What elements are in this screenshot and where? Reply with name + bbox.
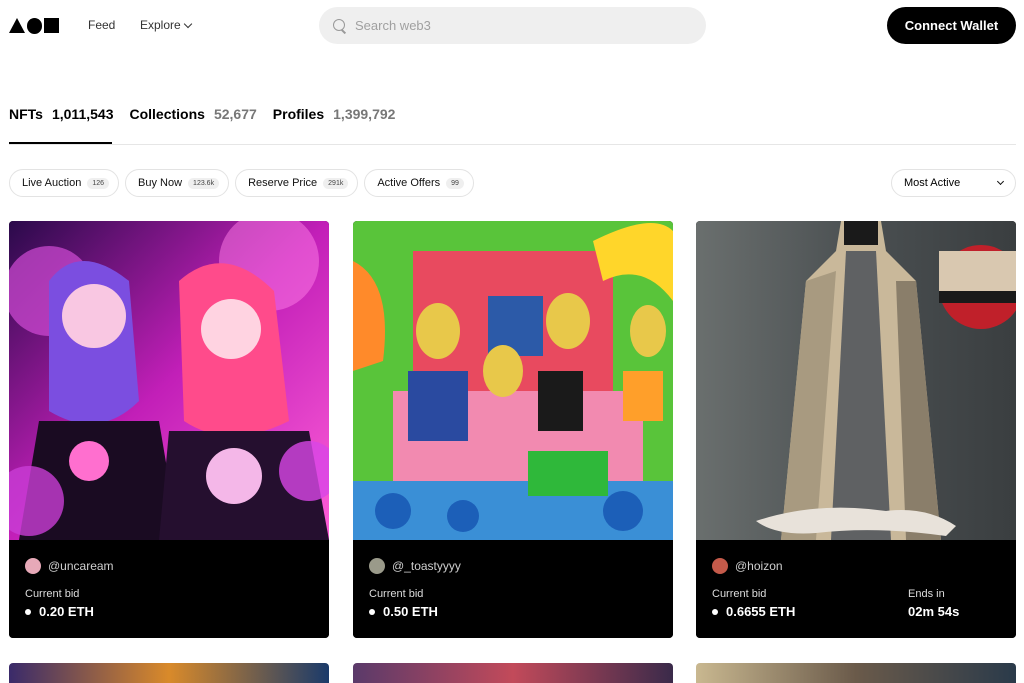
nav-explore-label: Explore [140,18,181,32]
nft-artwork-image[interactable] [9,221,329,540]
filter-live-auction[interactable]: Live Auction 126 [9,169,120,197]
nft-card[interactable]: @_toastyyyy Current bid 0.50 ETH [353,221,673,638]
logo-square [44,18,59,33]
filter-count-badge: 291k [323,177,349,189]
current-bid-label: Current bid [712,588,767,600]
results-tabs: NFTs 1,011,543 Collections 52,677 Profil… [9,106,411,122]
live-dot-icon [369,608,375,615]
avatar [25,558,41,574]
filter-active-offers[interactable]: Active Offers 99 [364,169,474,197]
nft-card-info: @_toastyyyy Current bid 0.50 ETH [353,540,673,638]
sort-selected-value: Most Active [904,177,961,189]
filter-reserve-price[interactable]: Reserve Price 291k [235,169,359,197]
current-bid-value: 0.6655 ETH [712,604,795,619]
avatar [369,558,385,574]
bid-amount: 0.6655 ETH [726,604,796,619]
creator-handle: @hoizon [735,559,783,573]
tab-collections[interactable]: Collections [129,106,204,122]
logo-circle [27,17,43,34]
bid-amount: 0.50 ETH [383,604,438,619]
filter-buy-now[interactable]: Buy Now 123.6k [125,169,230,197]
nft-artwork-image[interactable] [353,221,673,540]
current-bid-label: Current bid [25,588,80,600]
sort-dropdown[interactable]: Most Active [891,169,1016,197]
tab-profiles-count: 1,399,792 [333,106,396,122]
nav-feed-link[interactable]: Feed [88,18,115,32]
current-bid-label: Current bid [369,588,424,600]
nft-artwork-image[interactable] [696,221,1016,540]
foundation-logo[interactable] [9,17,59,34]
tab-collections-count: 52,677 [213,106,257,122]
filter-label: Active Offers [377,177,441,189]
creator-link[interactable]: @uncaream [25,558,114,574]
tabs-divider [9,144,1016,145]
nft-card-info: @hoizon Current bid 0.6655 ETH Ends in 0… [696,540,1016,638]
nft-card-peek[interactable] [696,663,1016,683]
chevron-down-icon [183,19,192,28]
tab-nfts[interactable]: NFTs [9,106,43,122]
filter-count-badge: 126 [87,177,110,189]
search-input[interactable] [355,18,675,33]
current-bid-value: 0.20 ETH [25,604,94,619]
top-nav: Feed Explore Connect Wallet [0,0,1024,52]
chevron-down-icon [996,177,1005,186]
filter-label: Buy Now [138,177,183,189]
filter-label: Live Auction [22,177,82,189]
nav-explore-menu[interactable]: Explore [140,18,192,32]
current-bid-value: 0.50 ETH [369,604,438,619]
search-icon [333,18,347,33]
nft-card-peek[interactable] [9,663,329,683]
bid-amount: 0.20 ETH [39,604,94,619]
live-dot-icon [25,608,31,615]
auction-countdown: 02m 54s [908,604,960,619]
creator-handle: @_toastyyyy [392,559,461,573]
creator-link[interactable]: @_toastyyyy [369,558,461,574]
filter-label: Reserve Price [248,177,318,189]
nft-card-info: @uncaream Current bid 0.20 ETH [9,540,329,638]
filter-count-badge: 123.6k [188,177,220,189]
auction-ends-label: Ends in [908,588,945,600]
avatar [712,558,728,574]
creator-link[interactable]: @hoizon [712,558,783,574]
search-bar[interactable] [319,7,706,44]
filter-count-badge: 99 [446,177,464,189]
tab-nfts-count: 1,011,543 [51,106,114,122]
logo-triangle [9,18,25,33]
live-dot-icon [712,608,718,615]
nft-card-peek[interactable] [353,663,673,683]
filter-bar: Live Auction 126 Buy Now 123.6k Reserve … [9,169,474,197]
creator-handle: @uncaream [48,559,114,573]
nft-card[interactable]: @hoizon Current bid 0.6655 ETH Ends in 0… [696,221,1016,638]
connect-wallet-button[interactable]: Connect Wallet [887,7,1016,44]
tab-profiles[interactable]: Profiles [273,106,324,122]
nft-card[interactable]: @uncaream Current bid 0.20 ETH [9,221,329,638]
